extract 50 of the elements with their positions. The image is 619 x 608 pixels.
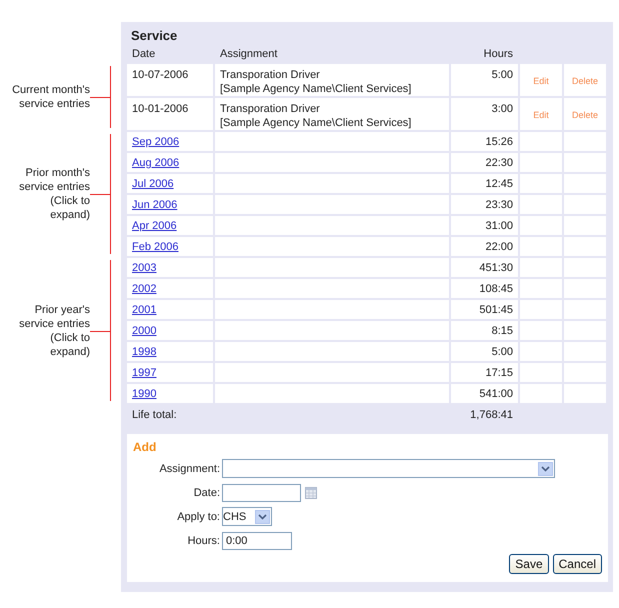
hours-cell: 501:45 <box>451 300 518 319</box>
cancel-button[interactable]: Cancel <box>552 554 602 574</box>
field-label: Assignment: <box>158 462 221 474</box>
save-button[interactable]: Save <box>509 554 549 574</box>
hours-cell: 3:00 <box>451 98 518 130</box>
column-header: Assignment <box>219 48 278 60</box>
period-link[interactable]: Aug 2006 <box>132 157 180 169</box>
period-link[interactable]: 1998 <box>132 346 156 358</box>
period-link[interactable]: Apr 2006 <box>132 220 177 232</box>
period-link[interactable]: Feb 2006 <box>132 241 178 253</box>
hours-field[interactable]: 0:00 <box>222 532 292 550</box>
hours-cell: 17:15 <box>451 363 518 382</box>
hours-cell: 108:45 <box>451 279 518 298</box>
column-header: Hours <box>482 48 514 60</box>
field-label: Date: <box>192 486 221 498</box>
hours-cell: 8:15 <box>451 321 518 340</box>
hours-cell: 23:30 <box>451 195 518 214</box>
hours-cell: 15:26 <box>451 132 518 151</box>
field-label: Hours: <box>186 534 221 546</box>
hours-cell: 541:00 <box>451 384 518 403</box>
period-link[interactable]: Jul 2006 <box>132 178 174 190</box>
hours-cell: 5:00 <box>451 342 518 361</box>
annotation-text: Prior month's service entries (Click to expand) <box>19 166 90 222</box>
hours-cell: 22:30 <box>451 153 518 172</box>
period-link[interactable]: 2001 <box>132 304 156 316</box>
apply-to-dropdown[interactable]: CHS <box>222 507 272 526</box>
period-link[interactable]: 2000 <box>132 325 156 337</box>
period-link[interactable]: 2002 <box>132 283 156 295</box>
column-header: Date <box>131 48 156 60</box>
hours-cell: 12:45 <box>451 174 518 193</box>
period-link[interactable]: 2003 <box>132 262 156 274</box>
assignment-cell: Transporation Driver [Sample Agency Name\Client Services] <box>215 64 449 96</box>
date-cell: 10-07-2006 <box>127 64 213 96</box>
annotation-text: Current month's service entries <box>12 83 90 111</box>
period-link[interactable]: 1997 <box>132 367 156 379</box>
period-link[interactable]: 1990 <box>132 388 156 400</box>
hours-cell: 22:00 <box>451 237 518 256</box>
hours-cell: 5:00 <box>451 64 518 96</box>
assignment-cell: Transporation Driver [Sample Agency Name\Client Services] <box>215 98 449 130</box>
period-link[interactable]: Sep 2006 <box>132 136 180 148</box>
hours-cell: 451:30 <box>451 258 518 277</box>
total-label: Life total: <box>131 409 178 421</box>
field-label: Apply to: <box>176 510 221 522</box>
date-cell: 10-01-2006 <box>127 98 213 130</box>
hours-cell: 31:00 <box>451 216 518 235</box>
period-link[interactable]: Jun 2006 <box>132 199 178 211</box>
add-heading: Add <box>133 440 156 454</box>
annotation-text: Prior year's service entries (Click to expand) <box>19 302 90 358</box>
panel-title: Service <box>130 27 178 43</box>
total-hours: 1,768:41 <box>469 409 514 421</box>
